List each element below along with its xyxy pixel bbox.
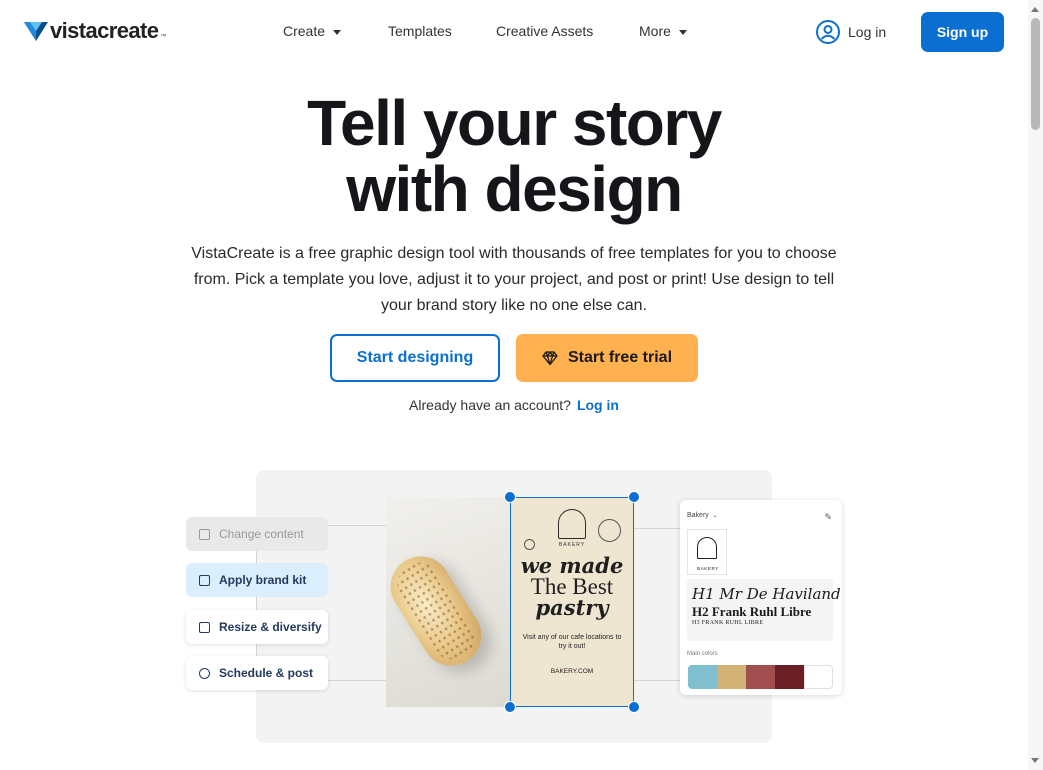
font-h2: H2 Frank Ruhl Libre <box>692 604 812 619</box>
chevron-down-icon <box>678 29 687 35</box>
font-h1: H1 Mr De Haviland <box>692 585 841 603</box>
nav-create[interactable]: Create <box>283 23 342 39</box>
hero-description: VistaCreate is a free graphic design too… <box>191 245 837 314</box>
vistacreate-logo[interactable]: vistacreate ™ <box>24 18 166 44</box>
bakery-logo-icon <box>697 537 717 559</box>
font-h3: H3 FRANK RUHL LIBRE <box>692 620 764 626</box>
connector-line <box>328 680 386 681</box>
vistacreate-logo-icon <box>24 22 48 41</box>
scrollbar[interactable] <box>1028 0 1043 770</box>
signup-button[interactable]: Sign up <box>921 12 1004 52</box>
connector-line <box>634 680 680 681</box>
brand-logo-text: BAKERY <box>697 566 719 571</box>
already-have-account: Already have an account? Log in <box>0 397 1028 413</box>
start-designing-button[interactable]: Start designing <box>330 334 500 382</box>
nav-creative-assets-label: Creative Assets <box>496 23 594 39</box>
start-free-trial-button[interactable]: Start free trial <box>516 334 698 382</box>
hero-title-line1: Tell your story <box>307 87 722 159</box>
logo-text: vistacreate <box>50 18 159 43</box>
eclair-photo <box>386 497 510 707</box>
nav-creative-assets[interactable]: Creative Assets <box>496 23 593 39</box>
resize-handle[interactable] <box>628 701 640 713</box>
pencil-icon[interactable]: ✎ <box>824 512 832 523</box>
resize-handle[interactable] <box>504 491 516 503</box>
color-swatch[interactable] <box>775 665 804 689</box>
eclair-image-detail <box>389 554 483 668</box>
clock-icon <box>199 667 210 679</box>
scroll-down-icon[interactable] <box>1031 758 1039 763</box>
start-free-trial-label: Start free trial <box>567 349 673 366</box>
scroll-thumb[interactable] <box>1031 18 1040 130</box>
hero-title-line2: with design <box>346 153 683 225</box>
color-swatch[interactable] <box>746 665 775 689</box>
step-change-content[interactable]: Change content <box>186 517 328 551</box>
site-header: vistacreate ™ Create Templates Creative … <box>0 0 1028 64</box>
resize-handle[interactable] <box>628 491 640 503</box>
scroll-up-icon[interactable] <box>1031 7 1039 12</box>
resize-icon <box>199 621 210 633</box>
step-label: Resize & diversify <box>219 620 322 634</box>
step-label: Change content <box>219 527 304 541</box>
connector-line <box>634 528 680 529</box>
brand-kit-panel: Bakery ⌄ ✎ BAKERY H1 Mr De Haviland H2 F… <box>680 500 842 695</box>
nav-templates[interactable]: Templates <box>388 23 452 39</box>
color-swatches <box>688 665 833 689</box>
step-label: Apply brand kit <box>219 573 307 587</box>
brand-fonts: H1 Mr De Haviland H2 Frank Ruhl Libre H3… <box>687 579 841 641</box>
chevron-down-icon <box>333 29 342 35</box>
color-swatch[interactable] <box>717 665 746 689</box>
already-text: Already have an account? <box>409 397 571 413</box>
crop-icon <box>199 528 210 540</box>
login-label: Log in <box>848 24 887 40</box>
connector-line <box>328 525 386 526</box>
logo-trademark: ™ <box>160 34 167 40</box>
brand-kit-title: Bakery <box>687 512 709 519</box>
step-label: Schedule & post <box>219 666 314 680</box>
step-apply-brand-kit[interactable]: Apply brand kit <box>186 563 328 597</box>
eclair-image <box>386 545 493 677</box>
step-resize-diversify[interactable]: Resize & diversify <box>186 610 328 644</box>
brand-logo: BAKERY <box>687 529 727 575</box>
diamond-icon <box>542 351 558 366</box>
login-link[interactable]: Log in <box>816 20 886 44</box>
main-colors-label: Main colors <box>687 651 718 657</box>
nav-create-label: Create <box>283 23 326 39</box>
color-swatch[interactable] <box>804 665 833 689</box>
chevron-down-icon: ⌄ <box>712 513 718 519</box>
brand-kit-selector[interactable]: Bakery ⌄ <box>687 512 718 519</box>
briefcase-icon <box>199 574 210 586</box>
nav-more-label: More <box>639 23 671 39</box>
selection-frame <box>510 497 634 707</box>
resize-handle[interactable] <box>504 701 516 713</box>
nav-templates-label: Templates <box>388 23 452 39</box>
hero-title: Tell your story with design <box>0 90 1028 222</box>
step-schedule-post[interactable]: Schedule & post <box>186 656 328 690</box>
user-icon <box>816 20 840 44</box>
color-swatch[interactable] <box>688 665 717 689</box>
already-login-link[interactable]: Log in <box>577 397 619 413</box>
nav-more[interactable]: More <box>639 23 687 39</box>
